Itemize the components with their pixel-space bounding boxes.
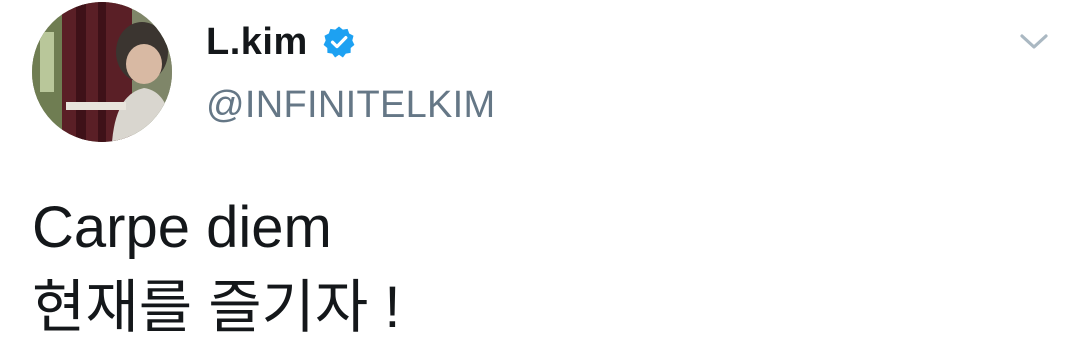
- tweet-text: Carpe diem 현재를 즐기자 !: [32, 188, 401, 348]
- avatar[interactable]: [32, 2, 172, 142]
- author-name-row: L.kim: [206, 14, 356, 70]
- verified-badge-icon: [322, 25, 356, 59]
- tweet-text-line: Carpe diem: [32, 195, 332, 260]
- chevron-down-icon[interactable]: [1014, 28, 1054, 56]
- avatar-image: [32, 2, 172, 142]
- tweet-card: L.kim @INFINITELKIM Carpe diem 현재를 즐기자 !: [0, 0, 1080, 359]
- tweet-text-line: 현재를 즐기자 !: [32, 275, 401, 340]
- user-handle[interactable]: @INFINITELKIM: [206, 84, 496, 127]
- display-name[interactable]: L.kim: [206, 21, 308, 64]
